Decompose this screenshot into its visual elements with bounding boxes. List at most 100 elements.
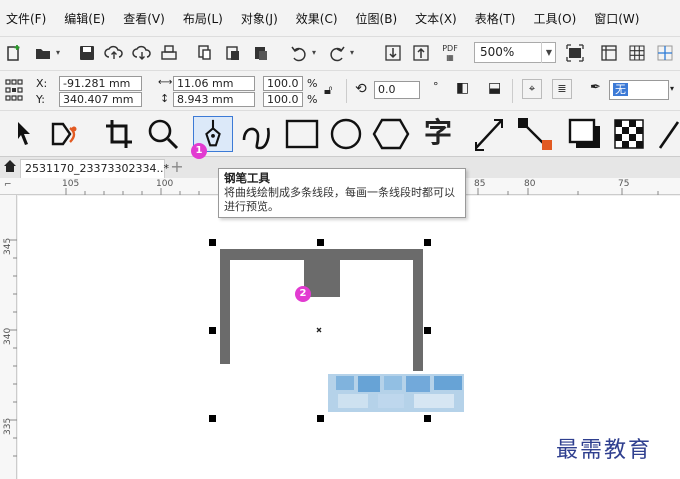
object-origin-icon[interactable] (5, 79, 23, 104)
crop-tool-icon[interactable] (102, 116, 134, 152)
step-badge-2: 2 (295, 286, 311, 302)
connector-tool-icon[interactable] (516, 116, 554, 152)
width-field[interactable]: 11.06 mm (173, 76, 255, 91)
mirror-vertical-icon[interactable]: ⬓ (488, 80, 501, 96)
zoom-tool-icon[interactable] (145, 116, 181, 152)
tooltip-description: 将曲线绘制成多条线段，每画一条线段时都可以进行预览。 (224, 186, 455, 213)
full-screen-icon[interactable] (566, 44, 584, 64)
menu-window[interactable]: 窗口(W) (594, 10, 639, 27)
paste-icon[interactable] (224, 44, 242, 64)
undo-dropdown-icon[interactable]: ▾ (312, 48, 316, 57)
menu-file[interactable]: 文件(F) (6, 10, 46, 27)
scale-y-field[interactable]: 100.0 (263, 92, 303, 107)
print-icon[interactable] (160, 44, 178, 64)
export-cloud-icon[interactable] (132, 44, 152, 64)
copy-icon[interactable] (196, 44, 214, 64)
rulers-icon[interactable] (600, 44, 618, 64)
redo-icon[interactable] (328, 44, 346, 64)
menu-layout[interactable]: 布局(L) (183, 10, 223, 27)
menu-table[interactable]: 表格(T) (475, 10, 516, 27)
outline-width-icon[interactable]: ≣ (552, 79, 572, 99)
menu-effects[interactable]: 效果(C) (296, 10, 338, 27)
degree-label: ° (433, 80, 439, 93)
outline-color-label: 无 (613, 83, 628, 96)
menu-tools[interactable]: 工具(O) (533, 10, 576, 27)
ruler-origin-icon[interactable]: ⌐ (4, 180, 12, 190)
pen-tool-tooltip: 钢笔工具 将曲线绘制成多条线段，每画一条线段时都可以进行预览。 (218, 168, 466, 218)
selection-handle (424, 239, 431, 246)
toolbar-separator (512, 79, 513, 103)
open-icon[interactable] (34, 44, 52, 64)
import-icon[interactable] (384, 44, 402, 64)
import-cloud-icon[interactable] (104, 44, 124, 64)
selection-handle (424, 415, 431, 422)
rotation-field[interactable]: 0.0 (374, 81, 420, 99)
ruler-ticks (10, 239, 17, 457)
percent-x-label: % (307, 77, 318, 90)
open-dropdown-icon[interactable]: ▾ (56, 48, 60, 57)
menu-view[interactable]: 查看(V) (123, 10, 165, 27)
pen-outline-icon: ✒ (590, 80, 601, 95)
freehand-tool-icon[interactable] (240, 116, 274, 152)
undo-icon[interactable] (290, 44, 308, 64)
lock-ratio-icon[interactable]: 🔓︎ (324, 83, 332, 98)
selection-handle (209, 327, 216, 334)
ellipse-tool-icon[interactable] (328, 116, 364, 152)
rotation-icon: ⟲ (355, 81, 367, 97)
pick-tool-icon[interactable] (12, 116, 36, 152)
eyedropper-tool-icon[interactable] (656, 116, 680, 152)
vertical-ruler[interactable]: 345 340 335 (0, 195, 17, 479)
home-icon[interactable] (3, 159, 17, 177)
paste-special-icon[interactable] (252, 44, 270, 64)
percent-y-label: % (307, 93, 318, 106)
text-tool-icon[interactable]: 字 (420, 116, 456, 152)
dimension-tool-icon[interactable] (472, 116, 506, 152)
width-icon: ⟷ (158, 77, 173, 88)
selection-handle (317, 415, 324, 422)
menu-text[interactable]: 文本(X) (415, 10, 457, 27)
scale-x-field[interactable]: 100.0 (263, 76, 303, 91)
height-field[interactable]: 8.943 mm (173, 92, 255, 107)
y-position-field[interactable]: 340.407 mm (59, 92, 142, 107)
edit-node-icon[interactable]: ⌖ (522, 79, 542, 99)
guidelines-icon[interactable] (656, 44, 674, 64)
transparency-tool-icon[interactable] (612, 116, 646, 152)
zoom-dropdown-icon[interactable]: ▼ (541, 42, 556, 63)
pdf-icon[interactable]: PDF ▦ (440, 44, 460, 64)
menu-bitmaps[interactable]: 位图(B) (356, 10, 398, 27)
watermark-logo: 最需教育 (556, 438, 653, 463)
menu-edit[interactable]: 编辑(E) (64, 10, 105, 27)
x-position-field[interactable]: -91.281 mm (59, 76, 142, 91)
toolbar-separator (346, 79, 347, 103)
redo-dropdown-icon[interactable]: ▾ (350, 48, 354, 57)
new-icon[interactable] (6, 44, 22, 64)
x-label: X: (36, 77, 48, 90)
menu-bar: 文件(F) 编辑(E) 查看(V) 布局(L) 对象(J) 效果(C) 位图(B… (0, 0, 680, 36)
selection-handle (209, 239, 216, 246)
blurred-region (328, 374, 464, 412)
add-tab-icon[interactable]: + (168, 159, 186, 177)
export-icon[interactable] (412, 44, 430, 64)
drop-shadow-tool-icon[interactable] (566, 116, 604, 152)
grid-icon[interactable] (628, 44, 646, 64)
height-icon: ↕ (160, 92, 170, 105)
property-bar: X: Y: -91.281 mm 340.407 mm ⟷ ↕ 11.06 mm… (0, 70, 680, 110)
polygon-tool-icon[interactable] (372, 116, 410, 152)
step-badge-1: 1 (191, 143, 207, 159)
toolbox: 字 (0, 110, 680, 156)
selection-handle (209, 415, 216, 422)
tooltip-title: 钢笔工具 (224, 171, 270, 185)
save-icon[interactable] (78, 44, 96, 64)
standard-toolbar: ▾ ▾ ▾ PDF ▦ (0, 36, 680, 99)
shape-tool-icon[interactable] (48, 116, 88, 152)
menu-object[interactable]: 对象(J) (241, 10, 278, 27)
document-tab[interactable]: 2531170_23373302334..* (20, 159, 169, 179)
selection-handle (424, 327, 431, 334)
mirror-horizontal-icon[interactable]: ◧ (456, 80, 469, 96)
rectangle-tool-icon[interactable] (284, 116, 320, 152)
outline-color-combo[interactable]: 无 (609, 80, 669, 100)
selection-handle (317, 239, 324, 246)
coreldraw-window: 文件(F) 编辑(E) 查看(V) 布局(L) 对象(J) 效果(C) 位图(B… (0, 0, 680, 479)
center-marker-icon (316, 327, 322, 333)
outline-dropdown-icon[interactable]: ▾ (670, 84, 674, 93)
